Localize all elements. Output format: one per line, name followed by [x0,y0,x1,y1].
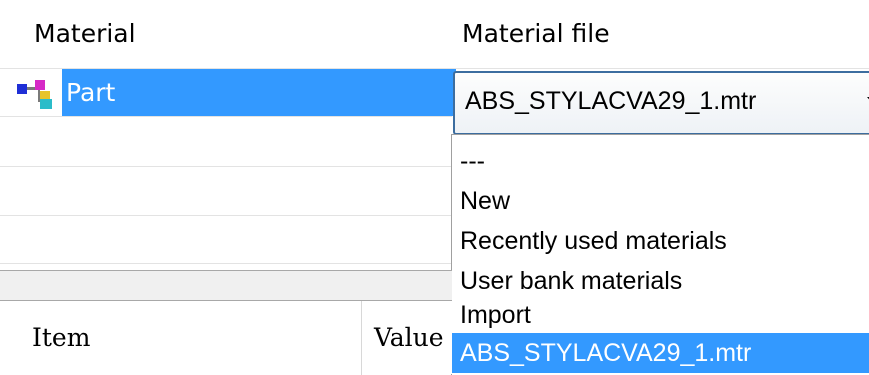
properties-grid: Item Value [0,300,452,375]
row-divider [0,263,452,264]
material-file-combobox[interactable]: ABS_STYLACVA29_1.mtr [453,71,869,135]
column-header-value[interactable]: Value [362,301,452,375]
combobox-value: ABS_STYLACVA29_1.mtr [465,87,757,115]
material-file-dropdown-list: --- New Recently used materials User ban… [451,134,869,375]
dropdown-option-import[interactable]: Import [452,295,869,335]
row-divider [0,166,452,167]
dropdown-option-abs-stylacva29[interactable]: ABS_STYLACVA29_1.mtr [452,333,869,373]
dropdown-option-recently-used[interactable]: Recently used materials [452,221,869,261]
row-divider [0,215,452,216]
dropdown-option-new[interactable]: New [452,181,869,221]
column-header-material-file[interactable]: Material file [452,0,869,69]
panel-splitter[interactable] [0,270,452,300]
column-header-item[interactable]: Item [0,301,362,375]
part-tree-icon [17,80,52,109]
row-divider [0,116,452,117]
dropdown-option-separator[interactable]: --- [452,141,869,181]
part-label[interactable]: Part [62,69,456,116]
column-header-material[interactable]: Material [0,0,487,69]
